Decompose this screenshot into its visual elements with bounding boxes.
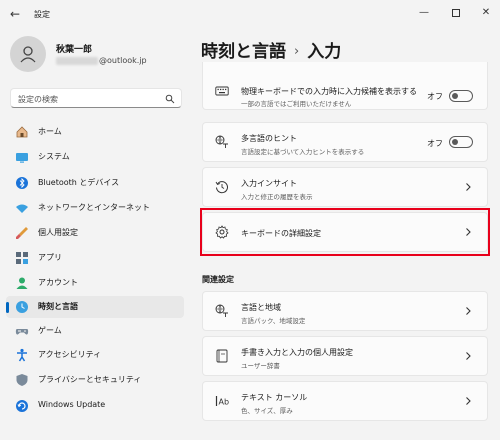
toggle-state-label: オフ <box>427 92 443 101</box>
brush-icon <box>16 227 28 239</box>
toggle-knob <box>452 93 458 99</box>
highlight-box <box>200 208 490 256</box>
sidebar-item-label: アクセシビリティ <box>38 350 102 359</box>
sidebar-item-bluetooth[interactable]: Bluetooth とデバイス <box>6 172 184 194</box>
card-title: 入力インサイト <box>241 179 297 188</box>
search-icon <box>165 94 175 104</box>
chevron-right-icon <box>466 183 471 191</box>
card-subtitle: 言語パック、地域設定 <box>241 317 306 325</box>
page-title: 時刻と言語 › 入力 <box>201 37 341 62</box>
multilingual-toggle[interactable] <box>449 136 473 148</box>
sidebar-item-label: 時刻と言語 <box>38 302 78 311</box>
card-title: 手書き入力と入力の個人用設定 <box>241 348 353 357</box>
card-title: 物理キーボードでの入力時に入力候補を表示する <box>241 87 417 96</box>
breadcrumb-current: 入力 <box>307 42 342 62</box>
card-typing-insights[interactable]: 入力インサイト 入力と修正の履歴を表示 <box>202 167 488 207</box>
sidebar-item-label: Bluetooth とデバイス <box>38 178 120 187</box>
sidebar-item-label: 個人用設定 <box>38 228 78 237</box>
sidebar-item-windows-update[interactable]: Windows Update <box>6 395 184 417</box>
toggle-knob <box>452 139 458 145</box>
card-subtitle: ユーザー辞書 <box>241 362 280 370</box>
sidebar-item-accounts[interactable]: アカウント <box>6 272 184 294</box>
person-icon <box>20 46 36 63</box>
card-subtitle: 言語設定に基づいて入力ヒントを表示する <box>241 148 365 156</box>
chevron-right-icon <box>466 352 471 360</box>
card-handwriting-personalization[interactable]: 手書き入力と入力の個人用設定 ユーザー辞書 <box>202 336 488 376</box>
sidebar-item-label: ゲーム <box>38 326 62 335</box>
sidebar-item-accessibility[interactable]: アクセシビリティ <box>6 344 184 366</box>
gamepad-icon <box>15 329 29 335</box>
card-subtitle: 入力と修正の履歴を表示 <box>241 193 313 201</box>
search-input[interactable]: 設定の検索 <box>10 88 182 108</box>
sidebar-item-label: アプリ <box>38 253 62 262</box>
minimize-icon[interactable]: — <box>412 3 436 23</box>
card-suggestions[interactable]: 物理キーボードでの入力時に入力候補を表示する 一部の言語ではご利用いただけません… <box>202 62 488 110</box>
sidebar-item-personalization[interactable]: 個人用設定 <box>6 222 184 244</box>
card-subtitle: 一部の言語ではご利用いただけません <box>241 100 352 108</box>
sidebar-item-label: ネットワークとインターネット <box>38 203 150 212</box>
card-multilingual-hints[interactable]: 多言語のヒント 言語設定に基づいて入力ヒントを表示する オフ <box>202 122 488 162</box>
breadcrumb-separator: › <box>294 44 300 59</box>
sidebar-item-gaming[interactable]: ゲーム <box>6 320 184 342</box>
sidebar-item-privacy[interactable]: プライバシーとセキュリティ <box>6 369 184 391</box>
related-settings-heading: 関連設定 <box>202 275 234 284</box>
app-title: 設定 <box>34 10 50 19</box>
close-icon[interactable]: ✕ <box>474 3 498 23</box>
home-icon <box>16 126 28 138</box>
card-title: 言語と地域 <box>241 303 281 312</box>
user-email: @outlook.jp <box>56 56 147 65</box>
bluetooth-icon <box>16 177 28 189</box>
sidebar-item-label: Windows Update <box>38 400 106 409</box>
sidebar-item-label: システム <box>38 152 70 161</box>
text-cursor-icon: Ab <box>215 396 230 407</box>
chevron-right-icon <box>466 397 471 405</box>
chevron-right-icon <box>466 307 471 315</box>
card-text-cursor[interactable]: Ab テキスト カーソル 色、サイズ、厚み <box>202 381 488 421</box>
sidebar-item-apps[interactable]: アプリ <box>6 247 184 269</box>
sidebar-item-home[interactable]: ホーム <box>6 121 184 143</box>
time-language-icon <box>16 301 28 313</box>
wifi-icon <box>16 204 28 213</box>
system-icon <box>16 153 28 163</box>
suggestions-toggle[interactable] <box>449 90 473 102</box>
title-bar: ← 設定 — ✕ <box>0 0 500 30</box>
card-title: テキスト カーソル <box>241 393 308 402</box>
multilingual-icon <box>215 135 228 148</box>
email-suffix: @outlook.jp <box>99 56 147 65</box>
shield-icon <box>16 374 28 386</box>
selection-indicator <box>6 302 9 313</box>
maximize-icon[interactable] <box>444 3 468 23</box>
update-icon <box>16 400 28 412</box>
keyboard-icon <box>215 86 229 96</box>
breadcrumb-parent[interactable]: 時刻と言語 <box>201 42 286 62</box>
search-placeholder: 設定の検索 <box>18 95 58 104</box>
sidebar-item-network[interactable]: ネットワークとインターネット <box>6 197 184 219</box>
avatar[interactable] <box>10 36 46 72</box>
accessibility-icon <box>17 348 27 362</box>
account-icon <box>16 277 28 289</box>
card-title: 多言語のヒント <box>241 134 297 143</box>
redacted-email <box>56 56 98 65</box>
toggle-state-label: オフ <box>427 139 443 148</box>
svg-text:Ab: Ab <box>219 398 230 407</box>
card-language-region[interactable]: 言語と地域 言語パック、地域設定 <box>202 291 488 331</box>
card-subtitle: 色、サイズ、厚み <box>241 407 293 415</box>
sidebar-item-label: アカウント <box>38 278 78 287</box>
sidebar-item-label: ホーム <box>38 127 62 136</box>
sidebar-item-time-language[interactable]: 時刻と言語 <box>6 296 184 318</box>
apps-icon <box>16 252 28 264</box>
sidebar-item-label: プライバシーとセキュリティ <box>38 375 142 384</box>
book-icon <box>216 349 228 363</box>
sidebar-item-system[interactable]: システム <box>6 146 184 168</box>
language-icon <box>215 304 228 317</box>
history-icon <box>215 181 228 194</box>
back-arrow-icon[interactable]: ← <box>8 7 22 21</box>
user-name: 秋葉一郎 <box>56 45 93 55</box>
